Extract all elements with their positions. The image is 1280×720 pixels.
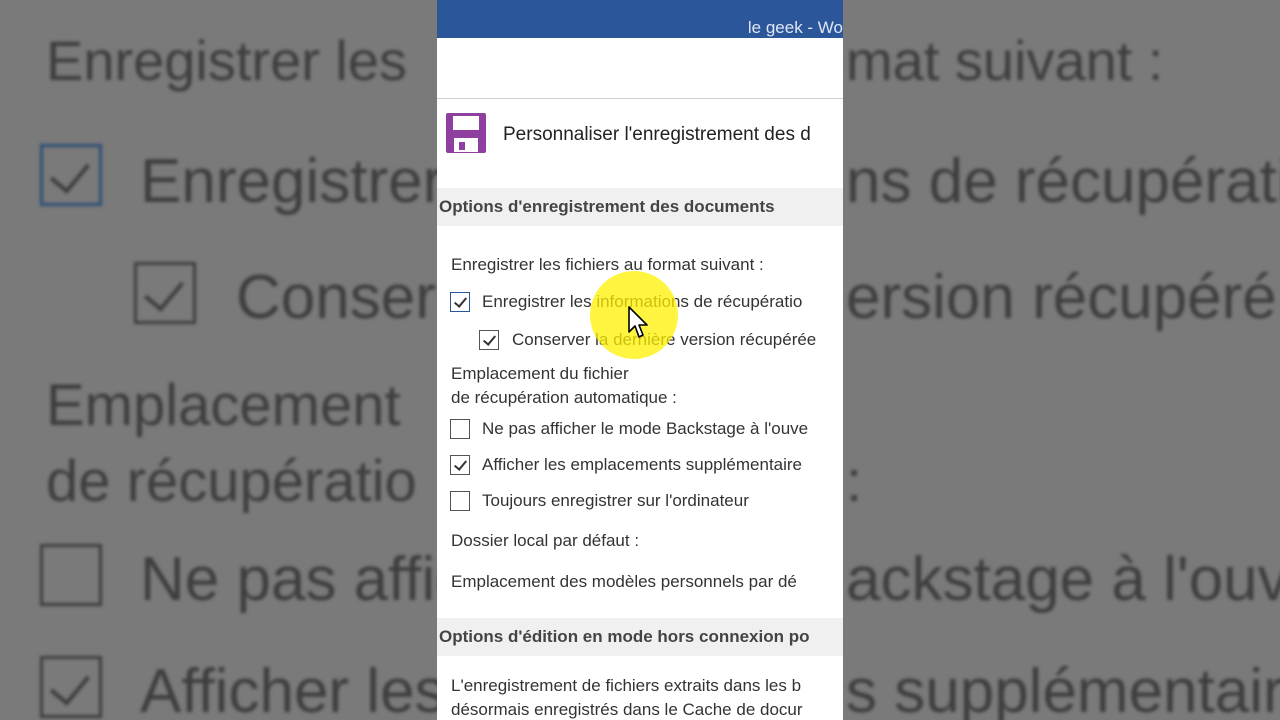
floppy-disk-icon <box>446 113 486 153</box>
offline-text-line: désormais enregistrés dans le Cache de d… <box>451 700 803 719</box>
no-backstage-checkbox[interactable] <box>450 419 470 439</box>
dialog-header <box>437 38 843 99</box>
bg-text-line: : <box>846 449 863 514</box>
bg-checkbox <box>134 262 196 324</box>
bg-text-line: Ne pas affic <box>140 545 467 614</box>
bg-text-line: Enregistrer les <box>46 29 408 92</box>
no-backstage-label[interactable]: Ne pas afficher le mode Backstage à l'ou… <box>482 419 808 439</box>
always-save-computer-checkbox[interactable] <box>450 491 470 511</box>
bg-text-line: de récupératio <box>46 449 417 514</box>
dialog-heading: Personnaliser l'enregistrement des d <box>503 124 811 145</box>
bg-checkbox <box>40 544 102 606</box>
autorecover-location-label: Emplacement du fichier <box>451 364 629 383</box>
save-recovery-checkbox[interactable] <box>450 292 470 312</box>
bg-text-line: Afficher les <box>140 657 446 720</box>
templates-location-label: Emplacement des modèles personnels par d… <box>451 572 797 591</box>
bg-text-line: Emplacement <box>46 373 401 438</box>
keep-last-version-checkbox[interactable] <box>479 330 499 350</box>
bg-text-line: s supplémentaire <box>846 657 1280 720</box>
bg-checkbox <box>40 656 102 718</box>
show-locations-checkbox[interactable] <box>450 455 470 475</box>
section-label: Options d'édition en mode hors connexion… <box>439 627 810 646</box>
bg-text-line: mat suivant : <box>846 29 1164 92</box>
window-title: le geek - Wo <box>747 18 843 37</box>
section-label: Options d'enregistrement des documents <box>439 197 775 216</box>
section-header-save-options: Options d'enregistrement des documents <box>437 188 843 226</box>
always-save-computer-label[interactable]: Toujours enregistrer sur l'ordinateur <box>482 491 749 511</box>
offline-text-line: L'enregistrement de fichiers extraits da… <box>451 676 802 695</box>
mouse-pointer-icon <box>628 306 648 338</box>
word-options-dialog: le geek - Wo Personnaliser l'enregistrem… <box>437 0 843 720</box>
bg-text-line: ersion récupéré <box>846 263 1277 332</box>
bg-text-line: ns de récupératio <box>846 147 1280 216</box>
bg-text-line: Enregistrer <box>140 147 444 216</box>
autorecover-location-label-2: de récupération automatique : <box>451 388 677 407</box>
format-label: Enregistrer les fichiers au format suiva… <box>451 255 764 274</box>
local-folder-label: Dossier local par défaut : <box>451 531 640 550</box>
bg-text-line: ackstage à l'ouve <box>846 545 1280 614</box>
show-locations-label[interactable]: Afficher les emplacements supplémentaire <box>482 455 802 475</box>
section-header-offline-options: Options d'édition en mode hors connexion… <box>437 618 843 656</box>
bg-text-line: Conser <box>236 263 436 332</box>
bg-checkbox <box>40 144 102 206</box>
title-bar: le geek - Wo <box>437 0 843 38</box>
